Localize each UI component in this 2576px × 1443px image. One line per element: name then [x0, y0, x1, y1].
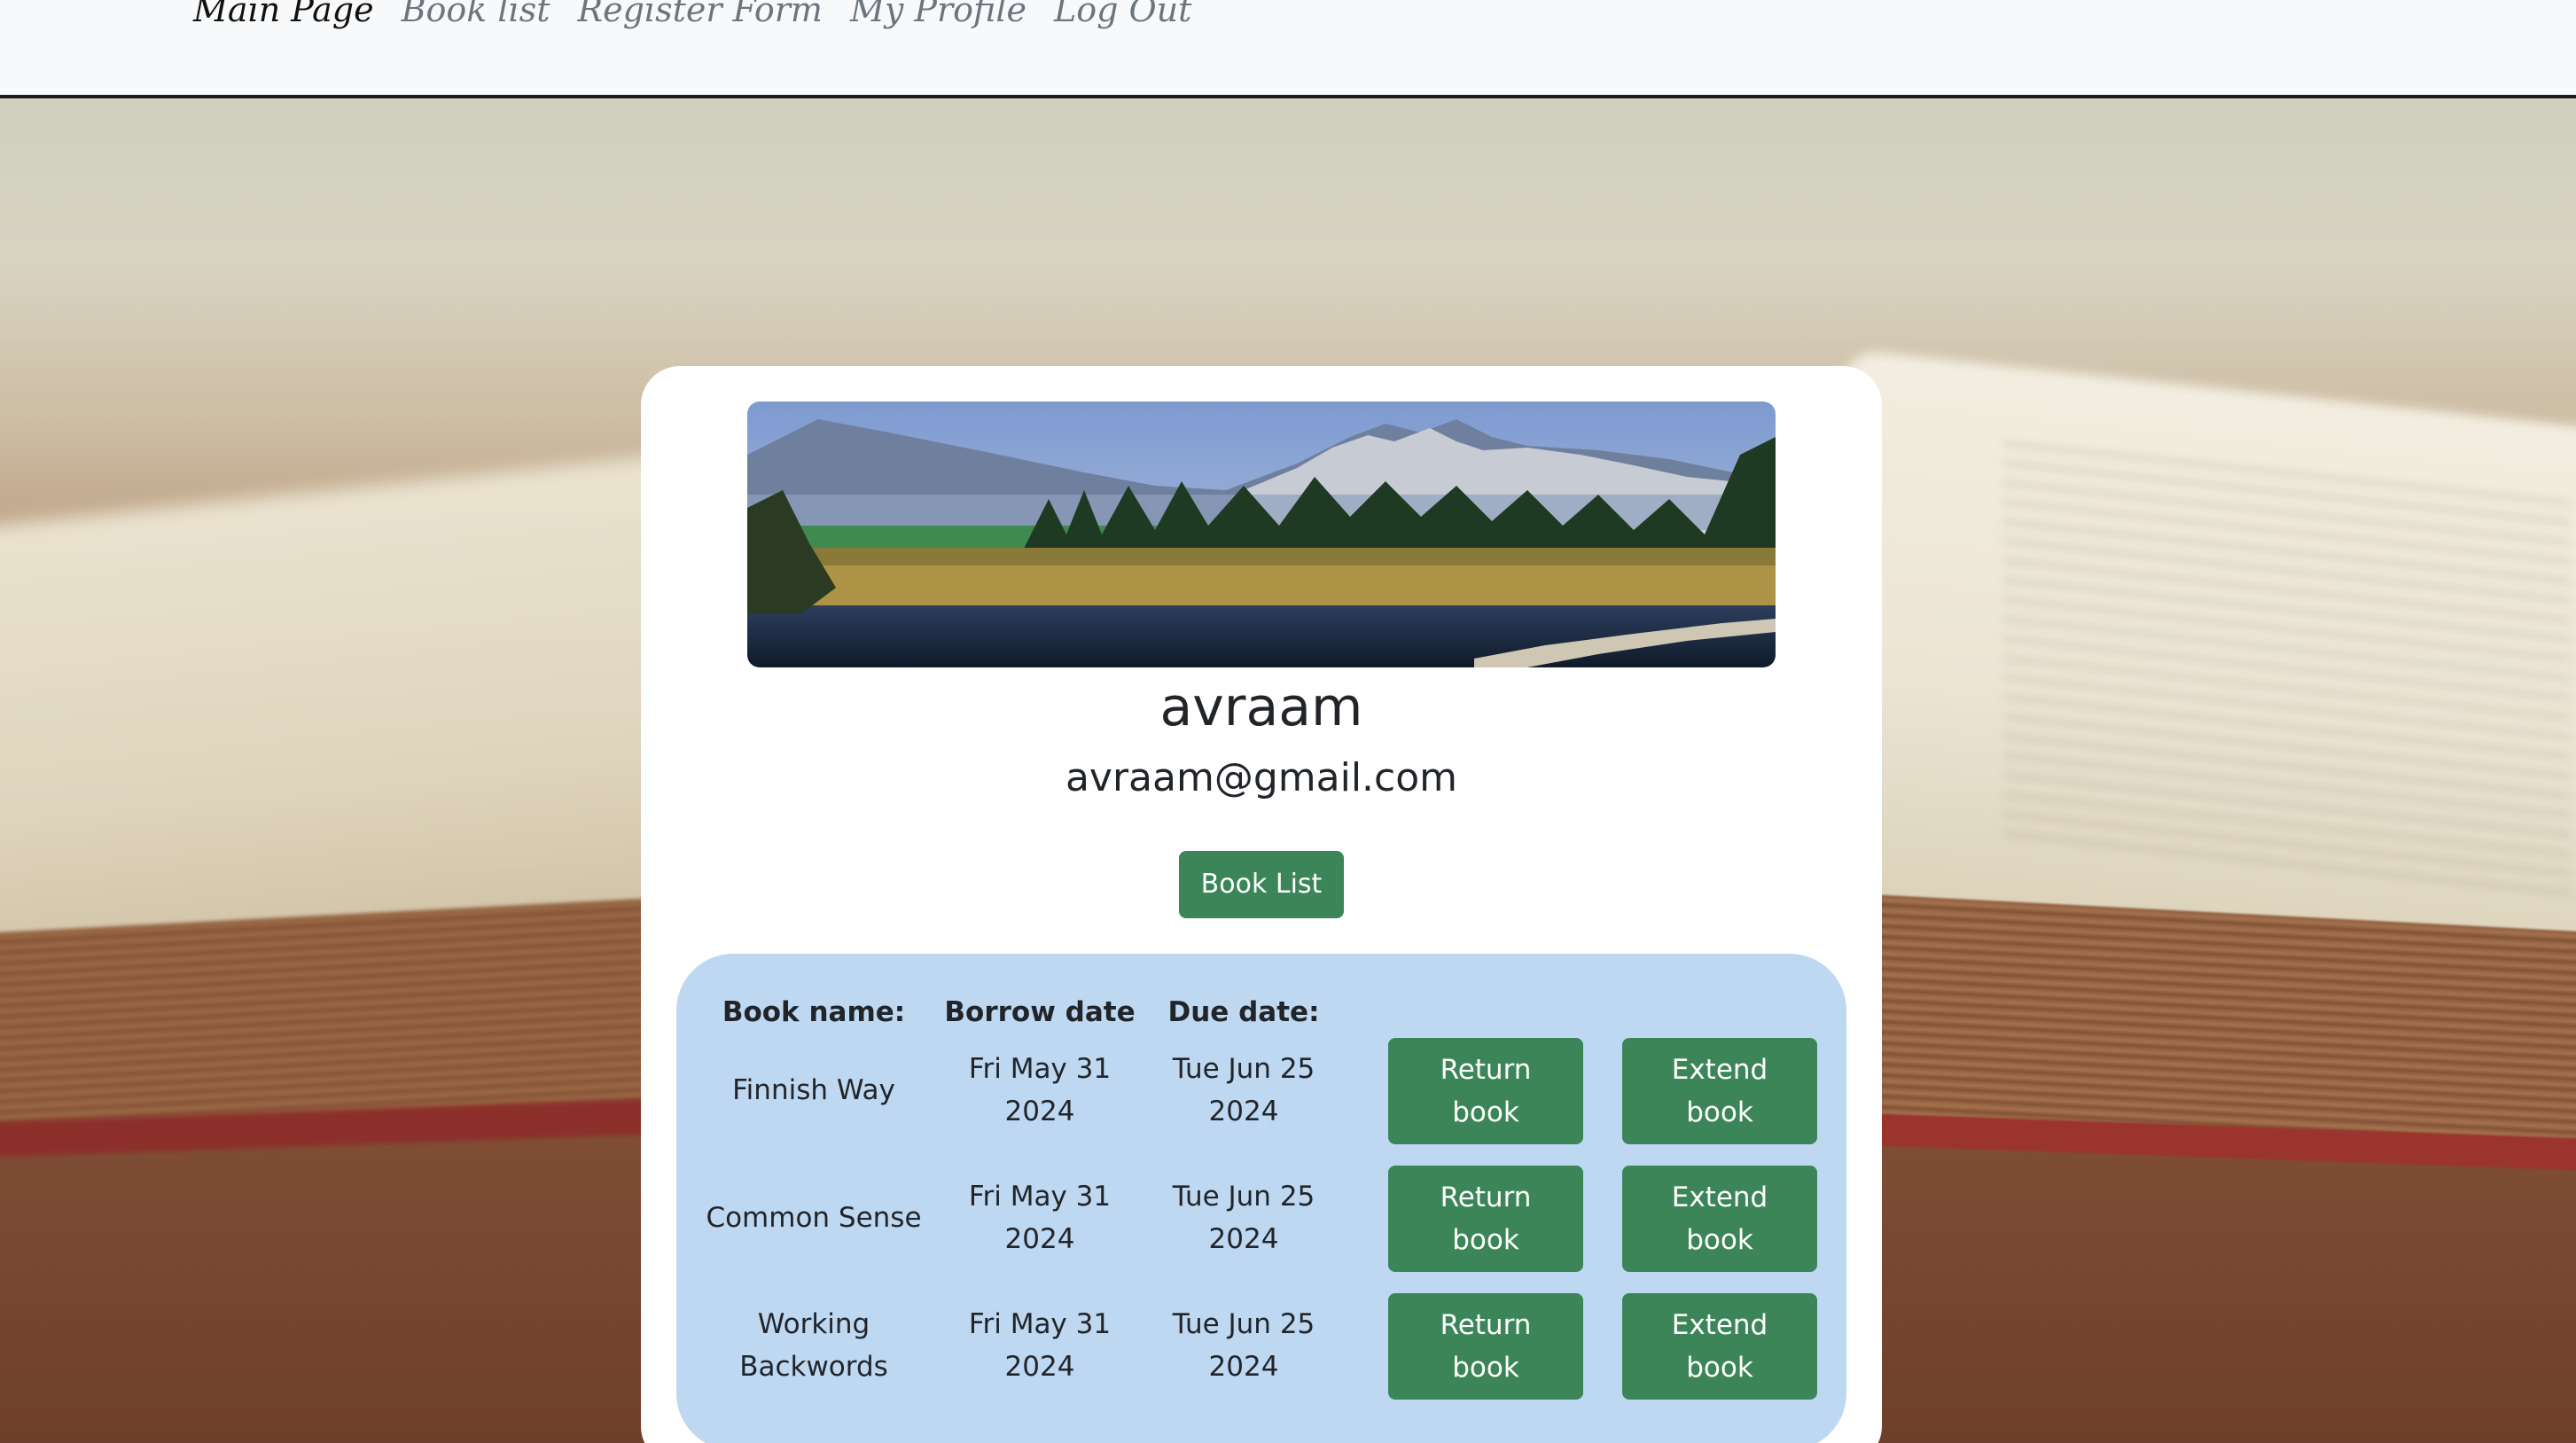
row3-borrow-date: Fri May 31 2024 [968, 1308, 1112, 1383]
row1-due-date: Tue Jun 25 2024 [1172, 1053, 1315, 1127]
book-list-button[interactable]: Book List [1179, 851, 1344, 918]
row3-book-name: Working Backwords [739, 1308, 888, 1383]
nav-link-my-profile[interactable]: My Profile [850, 0, 1026, 32]
row3-return-book-button[interactable]: Return book [1388, 1293, 1583, 1400]
row1-book-name: Finnish Way [732, 1074, 895, 1106]
row2-extend-book-button[interactable]: Extend book [1622, 1166, 1817, 1272]
header-borrow-date: Borrow date [944, 996, 1136, 1028]
profile-username: avraam [1159, 676, 1363, 738]
row2-borrow-date: Fri May 31 2024 [968, 1181, 1112, 1255]
profile-banner-image [747, 402, 1776, 667]
header-due-date: Due date: [1167, 996, 1320, 1028]
header-book-name: Book name: [722, 996, 906, 1028]
row3-due-date: Tue Jun 25 2024 [1172, 1308, 1315, 1383]
nav-link-main-page[interactable]: Main Page [193, 0, 374, 32]
nav-link-book-list[interactable]: Book list [402, 0, 550, 32]
top-navbar: Main Page Book list Register Form My Pro… [0, 0, 2576, 98]
row2-book-name: Common Sense [706, 1202, 922, 1234]
profile-card: avraam avraam@gmail.com Book List Book n… [641, 366, 1882, 1443]
nav-link-register-form[interactable]: Register Form [577, 0, 822, 32]
borrowed-books-table: Book name: Borrow date Due date: Finnish… [676, 954, 1846, 1443]
book-text-lines [2003, 441, 2571, 909]
nav-links: Main Page Book list Register Form My Pro… [193, 0, 1219, 32]
row1-extend-book-button[interactable]: Extend book [1622, 1038, 1817, 1144]
nav-link-log-out[interactable]: Log Out [1054, 0, 1191, 32]
row3-extend-book-button[interactable]: Extend book [1622, 1293, 1817, 1400]
row1-return-book-button[interactable]: Return book [1388, 1038, 1583, 1144]
row1-borrow-date: Fri May 31 2024 [968, 1053, 1112, 1127]
row2-due-date: Tue Jun 25 2024 [1172, 1181, 1315, 1255]
profile-email: avraam@gmail.com [1065, 755, 1458, 800]
row2-return-book-button[interactable]: Return book [1388, 1166, 1583, 1272]
